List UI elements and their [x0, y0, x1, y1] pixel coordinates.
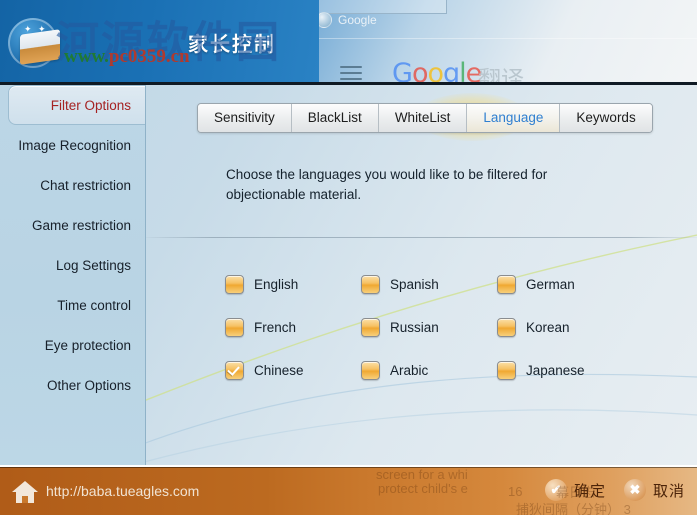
- sidebar-item-label: Other Options: [46, 377, 131, 393]
- sidebar: Filter Options Image Recognition Chat rest…: [0, 85, 146, 465]
- tab-blacklist[interactable]: BlackList: [291, 104, 379, 132]
- ok-button[interactable]: ✔ 确定: [544, 479, 606, 501]
- content-panel: Sensitivity BlackList WhiteList Language Key…: [146, 85, 697, 465]
- language-option-russian[interactable]: Russian: [361, 318, 497, 337]
- occluded-background-text: 16: [508, 484, 523, 499]
- language-option-japanese[interactable]: Japanese: [497, 361, 633, 380]
- occluded-background-text: screen for a whi: [376, 467, 468, 482]
- sidebar-item-game-restriction[interactable]: Game restriction: [0, 205, 145, 245]
- sidebar-item-label: Game restriction: [31, 217, 131, 233]
- sidebar-item-label: Log Settings: [55, 257, 131, 273]
- checkbox-arabic-icon[interactable]: [361, 361, 380, 380]
- ok-button-label: 确定: [573, 482, 606, 500]
- watermark-site-url: www.pc0359.cn: [64, 46, 190, 68]
- checkbox-chinese-checked-icon[interactable]: [225, 361, 244, 380]
- background-bookmark: Google: [316, 12, 377, 28]
- cancel-button[interactable]: ✖ 取消: [623, 479, 685, 501]
- watermark-url-domain: pc0359.cn: [108, 46, 190, 67]
- language-label: Russian: [390, 320, 439, 335]
- checkbox-russian-icon[interactable]: [361, 318, 380, 337]
- tab-keywords[interactable]: Keywords: [560, 104, 652, 132]
- language-label: French: [254, 320, 297, 335]
- panel-description: Choose the languages you would like to b…: [226, 167, 548, 202]
- language-label: Arabic: [390, 363, 429, 378]
- language-label: English: [254, 277, 299, 292]
- sidebar-item-label: Image Recognition: [18, 137, 131, 153]
- occluded-background-text: 指示范围内: [520, 511, 585, 515]
- language-label: Spanish: [390, 277, 439, 292]
- language-option-spanish[interactable]: Spanish: [361, 275, 497, 294]
- language-label: Japanese: [526, 363, 585, 378]
- sidebar-item-label: Eye protection: [44, 337, 131, 353]
- sidebar-item-log-settings[interactable]: Log Settings: [0, 245, 145, 285]
- language-label: Chinese: [254, 363, 304, 378]
- watermark-url-prefix: www.: [64, 46, 109, 67]
- sidebar-item-filter-options[interactable]: Filter Options: [8, 85, 145, 125]
- language-option-english[interactable]: English: [225, 275, 361, 294]
- sidebar-item-image-recognition[interactable]: Image Recognition: [0, 125, 145, 165]
- dialog-button-row: ✔ 确定 ✖ 取消: [544, 479, 685, 501]
- sidebar-item-time-control[interactable]: Time control: [0, 285, 145, 325]
- language-option-chinese[interactable]: Chinese: [225, 361, 361, 380]
- checkbox-spanish-icon[interactable]: [361, 275, 380, 294]
- logo-sparkle-icon: ✦ ✦: [24, 24, 48, 34]
- occluded-background-text: protect child's e: [378, 481, 468, 496]
- language-option-korean[interactable]: Korean: [497, 318, 633, 337]
- background-browser-divider: [306, 38, 697, 39]
- checkbox-korean-icon[interactable]: [497, 318, 516, 337]
- background-bookmark-label: Google: [338, 13, 377, 27]
- tab-language[interactable]: Language: [467, 104, 561, 132]
- sidebar-item-label: Chat restriction: [40, 177, 131, 193]
- body-area: Filter Options Image Recognition Chat rest…: [0, 85, 697, 465]
- tab-whitelist[interactable]: WhiteList: [378, 104, 468, 132]
- tab-bar: Sensitivity BlackList WhiteList Language Key…: [197, 103, 653, 133]
- check-circle-icon: ✔: [544, 479, 567, 501]
- language-label: Korean: [526, 320, 570, 335]
- cancel-button-label: 取消: [652, 482, 685, 500]
- sidebar-item-chat-restriction[interactable]: Chat restriction: [0, 165, 145, 205]
- checkbox-french-icon[interactable]: [225, 318, 244, 337]
- content-divider: [146, 237, 697, 238]
- home-icon[interactable]: [12, 481, 38, 503]
- checkbox-english-icon[interactable]: [225, 275, 244, 294]
- sidebar-item-other-options[interactable]: Other Options: [0, 365, 145, 405]
- language-option-arabic[interactable]: Arabic: [361, 361, 497, 380]
- close-circle-icon: ✖: [623, 479, 646, 501]
- occluded-background-text: 捕狄间隔（分钟） 3: [516, 502, 631, 515]
- home-url-link[interactable]: http://baba.tueagles.com: [46, 483, 199, 499]
- parental-control-window: Google Google 翻译 ✦ ✦ 家长控制 河源软件园 www.pc03…: [0, 0, 697, 515]
- language-option-french[interactable]: French: [225, 318, 361, 337]
- language-label: German: [526, 277, 575, 292]
- sidebar-item-eye-protection[interactable]: Eye protection: [0, 325, 145, 365]
- checkbox-german-icon[interactable]: [497, 275, 516, 294]
- language-option-german[interactable]: German: [497, 275, 633, 294]
- sidebar-item-label: Filter Options: [50, 97, 131, 113]
- checkbox-japanese-icon[interactable]: [497, 361, 516, 380]
- tab-sensitivity[interactable]: Sensitivity: [198, 104, 292, 132]
- bottom-bar: http://baba.tueagles.com ✔ 确定 ✖ 取消 scree…: [0, 467, 697, 515]
- sidebar-item-label: Time control: [57, 297, 131, 313]
- language-checkbox-grid: English Spanish German French Russian Korean C…: [225, 275, 675, 380]
